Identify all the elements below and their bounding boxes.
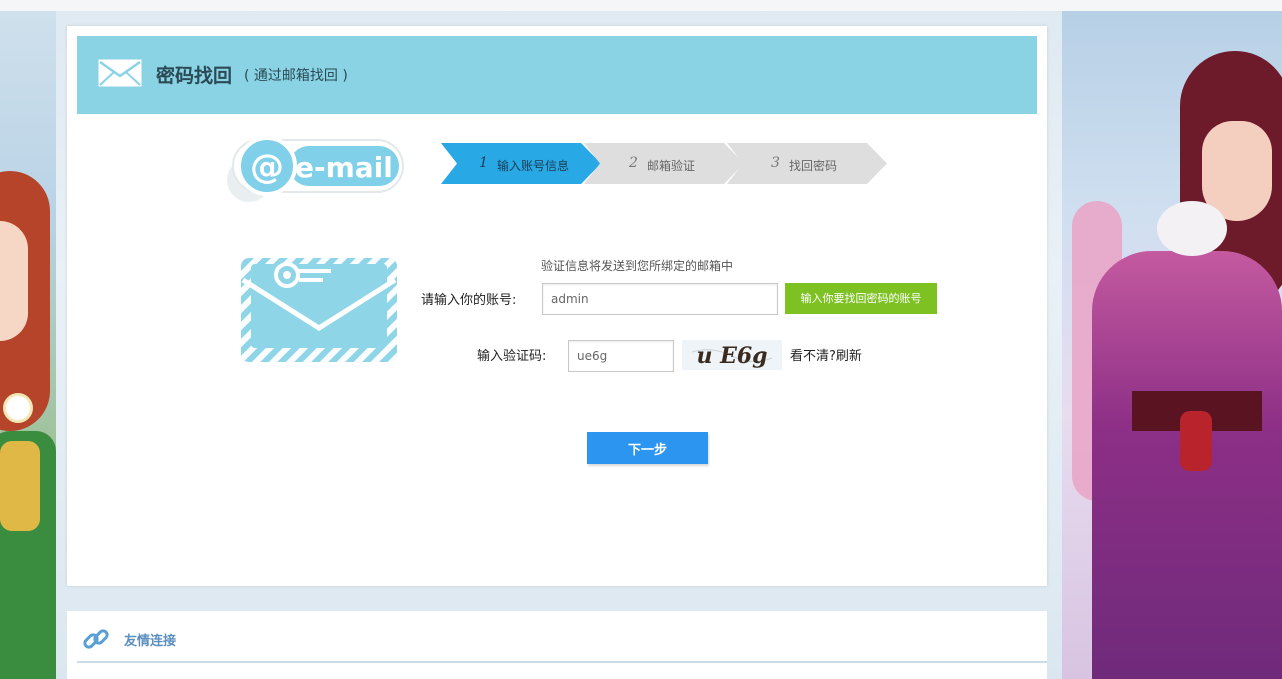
step-3: 3 找回密码 bbox=[727, 143, 887, 184]
refresh-captcha-link[interactable]: 看不清?刷新 bbox=[790, 345, 862, 364]
envelope-icon bbox=[98, 59, 142, 87]
next-step-button[interactable]: 下一步 bbox=[587, 432, 708, 464]
step-2-label: 邮箱验证 bbox=[647, 159, 696, 173]
step-1-label: 输入账号信息 bbox=[497, 159, 570, 173]
logo-text: e-mail bbox=[295, 151, 393, 184]
step-1: 1 输入账号信息 bbox=[441, 143, 601, 184]
email-logo-icon: @ e-mail bbox=[227, 136, 404, 202]
page-subtitle: ( 通过邮箱找回 ) bbox=[244, 68, 348, 84]
form-hint: 验证信息将发送到您所绑定的邮箱中 bbox=[541, 259, 734, 273]
captcha-text: u E6g bbox=[696, 343, 767, 369]
friend-links-title: 友情连接 bbox=[124, 634, 177, 649]
captcha-input[interactable] bbox=[568, 340, 674, 372]
logo-at: @ bbox=[250, 147, 284, 187]
step-2: 2 邮箱验证 bbox=[584, 143, 744, 184]
captcha-image[interactable]: u E6g bbox=[682, 340, 782, 370]
page-header: 密码找回 ( 通过邮箱找回 ) bbox=[77, 36, 1037, 114]
recovery-card: 密码找回 ( 通过邮箱找回 ) @ e-mail 1 输入账号信息 2 邮箱验证… bbox=[67, 26, 1047, 586]
step-1-number: 1 bbox=[479, 155, 488, 171]
friend-links-section: 友情连接 bbox=[67, 611, 1047, 679]
step-2-number: 2 bbox=[629, 155, 638, 171]
section-divider bbox=[77, 661, 1047, 663]
step-3-label: 找回密码 bbox=[789, 159, 838, 173]
background-art-left bbox=[0, 11, 56, 679]
step-3-number: 3 bbox=[771, 155, 780, 171]
progress-steps: 1 输入账号信息 2 邮箱验证 3 找回密码 bbox=[441, 143, 887, 184]
captcha-label: 输入验证码: bbox=[477, 349, 547, 364]
account-input[interactable] bbox=[542, 283, 778, 315]
page-title: 密码找回 bbox=[156, 65, 233, 87]
link-icon bbox=[83, 629, 109, 649]
account-tip-badge: 输入你要找回密码的账号 bbox=[785, 283, 937, 314]
background-art-right bbox=[1062, 11, 1282, 679]
account-label: 请输入你的账号: bbox=[421, 293, 517, 308]
mail-illustration-icon bbox=[241, 258, 397, 362]
top-strip bbox=[0, 0, 1282, 11]
